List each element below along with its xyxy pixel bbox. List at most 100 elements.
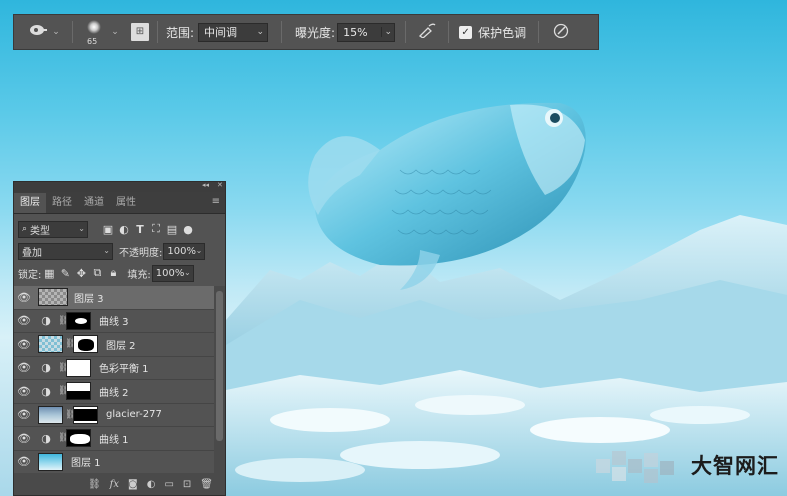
eye-icon[interactable]: 👁︎ — [14, 385, 34, 398]
exposure-input[interactable]: 15% ⌄ — [337, 22, 396, 42]
layer-row[interactable]: 👁︎ ◑ ⛓ 色彩平衡 1 — [14, 357, 216, 380]
filter-pixel-icon[interactable]: ▣ — [100, 223, 116, 236]
delete-icon[interactable]: 🗑︎ — [200, 479, 213, 490]
lock-image-icon[interactable]: ✎ — [57, 267, 73, 280]
link-icon[interactable]: ⛓ — [88, 479, 101, 490]
layer-name[interactable]: 色彩平衡 1 — [99, 360, 149, 375]
layer-thumbnail — [38, 405, 63, 424]
eye-icon[interactable]: 👁︎ — [14, 455, 34, 468]
airbrush-icon[interactable] — [416, 22, 438, 42]
tab-properties[interactable]: 属性 — [110, 193, 142, 213]
layer-row[interactable]: 👁︎ ⛓ 图层 2 — [14, 333, 216, 357]
dodge-tool-icon[interactable] — [28, 24, 48, 40]
layer-mask-thumbnail[interactable] — [66, 382, 91, 401]
eye-icon[interactable]: 👁︎ — [14, 338, 34, 351]
tool-preset-dropdown-icon[interactable]: ⌄ — [48, 27, 64, 37]
lock-row: 锁定: ▦ ✎ ✥ ⧉ 🔒︎ 填充: 100% ⌄ — [14, 262, 225, 284]
layer-row[interactable]: 👁︎ 图层 3 — [14, 286, 216, 310]
close-icon[interactable]: ✕ — [217, 181, 223, 189]
curves-adjustment-icon: ◑ — [41, 384, 51, 398]
chevron-down-icon[interactable]: ⌄ — [196, 246, 203, 255]
color-balance-adjustment-icon: ◑ — [41, 361, 51, 375]
add-mask-icon[interactable]: ◙ — [128, 479, 138, 490]
filter-smart-object-icon[interactable]: ▤ — [164, 223, 180, 236]
layer-mask-thumbnail[interactable] — [66, 311, 91, 330]
filter-shape-icon[interactable]: ⛶ — [148, 222, 164, 236]
chevron-down-icon: ⌄ — [256, 26, 265, 37]
layer-name[interactable]: 曲线 2 — [99, 384, 129, 399]
filter-kind-select[interactable]: ⌕ 类型 ⌄ — [18, 220, 88, 238]
new-layer-icon[interactable]: ⊡ — [183, 479, 191, 490]
blend-mode-value: 叠加 — [22, 247, 42, 259]
range-select[interactable]: 中间调 ⌄ — [198, 22, 269, 42]
filter-adjustment-icon[interactable]: ◐ — [116, 223, 132, 236]
group-icon[interactable]: ▭ — [164, 479, 173, 490]
layer-mask-thumbnail[interactable] — [73, 335, 98, 354]
link-icon[interactable]: ⛓ — [58, 386, 69, 396]
layer-mask-thumbnail[interactable] — [73, 405, 98, 424]
layer-name[interactable]: 图层 3 — [74, 290, 104, 305]
layers-scrollbar[interactable] — [214, 286, 225, 474]
layer-name[interactable]: 图层 2 — [106, 337, 136, 352]
fill-input[interactable]: 100% ⌄ — [151, 264, 194, 282]
layer-name[interactable]: 图层 1 — [71, 454, 101, 469]
layer-row[interactable]: 👁︎ 图层 1 — [14, 451, 216, 474]
protect-tones-checkbox[interactable]: ✓ — [459, 25, 473, 39]
filter-toggle-icon[interactable]: ● — [180, 223, 196, 236]
blend-mode-select[interactable]: 叠加 ⌄ — [18, 242, 113, 260]
lock-position-icon[interactable]: ✥ — [73, 267, 89, 280]
exposure-value: 15% — [343, 25, 368, 39]
eye-icon[interactable]: 👁︎ — [14, 432, 34, 445]
layer-thumbnail — [38, 335, 63, 354]
chevron-down-icon: ⌄ — [78, 223, 85, 233]
collapse-icon[interactable]: ◂◂ — [202, 181, 209, 189]
search-icon: ⌕ — [22, 224, 28, 234]
opacity-input[interactable]: 100% ⌄ — [163, 242, 206, 260]
fx-icon[interactable]: fx — [110, 479, 119, 490]
layer-name[interactable]: glacier-277 — [106, 409, 162, 420]
layer-filter-row: ⌕ 类型 ⌄ ▣ ◐ T ⛶ ▤ ● — [14, 218, 225, 240]
chevron-down-icon[interactable]: ⌄ — [184, 268, 191, 277]
lock-artboard-icon[interactable]: ⧉ — [89, 266, 105, 280]
pressure-size-icon[interactable] — [551, 23, 571, 42]
tool-options-bar: ⌄ 65 ⌄ ⊞ 范围: 中间调 ⌄ 曝光度: 15% ⌄ ✓ 保护色调 — [13, 14, 599, 50]
link-icon[interactable]: ⛓ — [65, 410, 76, 420]
panel-menu-icon[interactable]: ≡ — [212, 196, 220, 207]
link-icon[interactable]: ⛓ — [58, 363, 69, 373]
tab-layers[interactable]: 图层 — [14, 193, 46, 213]
watermark-text: 大智网汇 — [691, 454, 779, 478]
lock-all-icon[interactable]: 🔒︎ — [105, 266, 121, 280]
tab-paths[interactable]: 路径 — [46, 193, 78, 213]
layer-row[interactable]: 👁︎ ◑ ⛓ 曲线 3 — [14, 310, 216, 333]
scrollbar-thumb[interactable] — [216, 291, 223, 441]
eye-icon[interactable]: 👁︎ — [14, 314, 34, 327]
eye-icon[interactable]: 👁︎ — [14, 291, 34, 304]
layer-row[interactable]: 👁︎ ◑ ⛓ 曲线 1 — [14, 427, 216, 451]
layer-row[interactable]: 👁︎ ◑ ⛓ 曲线 2 — [14, 380, 216, 404]
eye-icon[interactable]: 👁︎ — [14, 408, 34, 421]
eye-icon[interactable]: 👁︎ — [14, 361, 34, 374]
lock-transparent-icon[interactable]: ▦ — [41, 267, 57, 280]
blend-row: 叠加 ⌄ 不透明度: 100% ⌄ — [14, 240, 225, 262]
filter-kind-value: 类型 — [30, 225, 51, 237]
layer-thumbnail — [38, 288, 68, 307]
brush-panel-toggle-icon[interactable]: ⊞ — [131, 23, 149, 41]
link-icon[interactable]: ⛓ — [58, 316, 69, 326]
chevron-down-icon[interactable]: ⌄ — [380, 26, 392, 37]
filter-type-icon[interactable]: T — [132, 223, 148, 236]
link-icon[interactable]: ⛓ — [65, 339, 76, 349]
layer-name[interactable]: 曲线 3 — [99, 313, 129, 328]
layers-panel: ◂◂ ✕ 图层 路径 通道 属性 ≡ ⌕ 类型 ⌄ ▣ ◐ T ⛶ ▤ ● 叠加… — [13, 181, 226, 496]
adjustment-icon[interactable]: ◐ — [147, 479, 156, 490]
layer-row[interactable]: 👁︎ ⛓ glacier-277 — [14, 404, 216, 427]
panel-titlebar[interactable]: ◂◂ ✕ — [14, 181, 225, 192]
brush-preset-picker[interactable]: 65 — [81, 17, 107, 47]
tab-channels[interactable]: 通道 — [78, 193, 110, 213]
curves-adjustment-icon: ◑ — [41, 431, 51, 445]
brush-dropdown-icon[interactable]: ⌄ — [107, 27, 123, 37]
layer-name[interactable]: 曲线 1 — [99, 431, 129, 446]
curves-adjustment-icon: ◑ — [41, 314, 51, 328]
layer-mask-thumbnail[interactable] — [66, 358, 91, 377]
layer-mask-thumbnail[interactable] — [66, 429, 91, 448]
link-icon[interactable]: ⛓ — [58, 433, 69, 443]
